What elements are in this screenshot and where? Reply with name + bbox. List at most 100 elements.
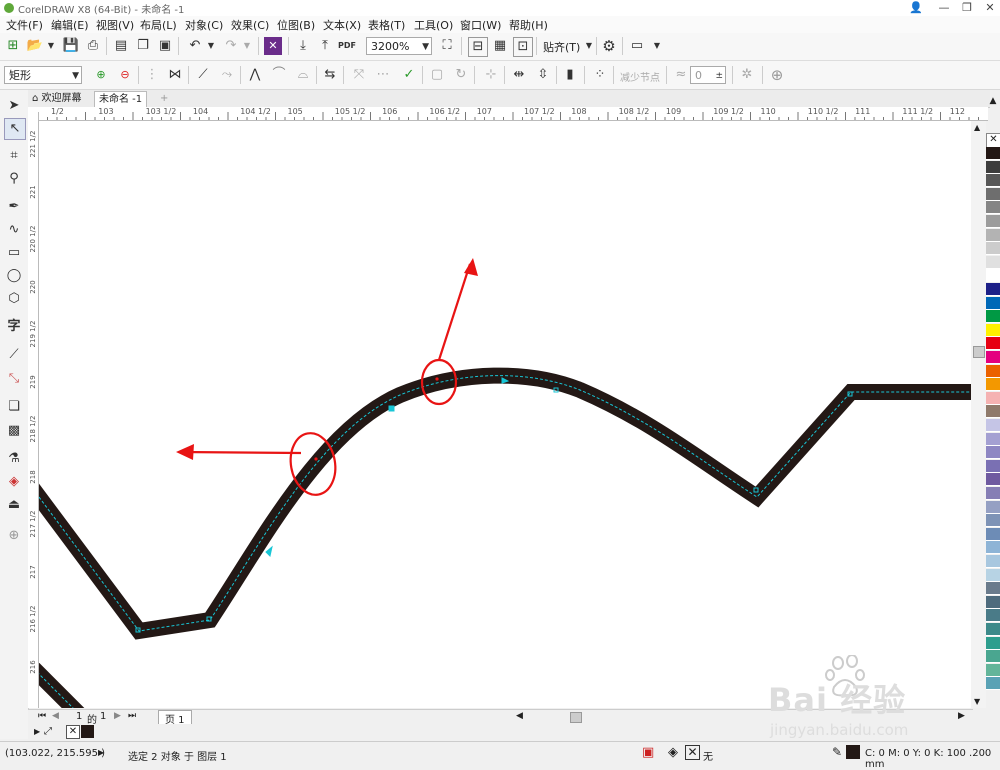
tab-welcome[interactable]: ⌂ 欢迎屏幕 (28, 91, 86, 106)
extract-subpath-icon[interactable]: ✓ (400, 66, 418, 84)
hscroll-thumb[interactable] (570, 712, 582, 723)
restore-button[interactable]: ❐ (955, 0, 979, 16)
doc-palette-arrow-icon[interactable]: ▶ (34, 727, 40, 736)
last-page-icon[interactable]: ⏭ (128, 711, 136, 721)
cut-icon[interactable]: ▤ (112, 37, 130, 55)
redo-dropdown-icon[interactable]: ▼ (238, 37, 256, 55)
parallel-dimension-icon[interactable]: ⟋ (4, 345, 24, 365)
scroll-thumb[interactable] (973, 346, 985, 358)
palette-swatch[interactable] (986, 364, 1000, 378)
palette-swatch[interactable] (986, 160, 1000, 174)
palette-swatch[interactable] (986, 541, 1000, 555)
select-all-nodes-icon[interactable]: ⁘ (591, 66, 609, 84)
prev-page-icon[interactable]: ◀ (52, 711, 59, 721)
ruler-origin[interactable] (28, 107, 38, 120)
palette-swatch[interactable] (986, 242, 1000, 256)
symmetrical-node-icon[interactable]: ⌓ (294, 66, 312, 84)
text-tool-icon[interactable]: 字 (4, 317, 24, 337)
no-color-swatch[interactable]: ✕ (986, 133, 1000, 148)
menu-view[interactable]: 视图(V) (96, 17, 134, 33)
launcher-dropdown-icon[interactable]: ▼ (648, 37, 666, 55)
shape-type-select[interactable]: 矩形 ▼ (4, 66, 82, 84)
rectangle-tool-icon[interactable]: ▭ (4, 243, 24, 263)
menu-help[interactable]: 帮助(H) (509, 17, 548, 33)
palette-swatch[interactable] (986, 269, 1000, 283)
menu-effects[interactable]: 效果(C) (231, 17, 269, 33)
to-curve-icon[interactable]: ⤳ (218, 66, 236, 84)
account-button[interactable]: 👤 (904, 0, 928, 16)
palette-swatch[interactable] (986, 459, 1000, 473)
secondary-curve-path[interactable] (39, 662, 85, 708)
palette-swatch[interactable] (986, 147, 1000, 160)
palette-swatch[interactable] (986, 351, 1000, 364)
eyedropper-icon[interactable]: ⚗ (4, 449, 24, 469)
crop-tool-icon[interactable]: ⌗ (4, 146, 24, 166)
menu-file[interactable]: 文件(F) (6, 17, 43, 33)
palette-swatch[interactable] (986, 283, 1000, 296)
palette-swatch[interactable] (986, 595, 1000, 609)
palette-swatch[interactable] (986, 310, 1000, 324)
palette-swatch[interactable] (986, 228, 1000, 242)
vertical-ruler[interactable]: 221 1/2 221 220 1/2 220 219 1/2 219 218 1/2 218… (28, 120, 39, 708)
menu-layout[interactable]: 布局(L) (140, 17, 177, 33)
stretch-nodes-icon[interactable]: ▢ (428, 66, 446, 84)
palette-swatch[interactable] (986, 663, 1000, 677)
fill-none-swatch[interactable]: ✕ (685, 745, 700, 760)
transparency-icon[interactable]: ▩ (4, 421, 24, 441)
palette-swatch[interactable] (986, 623, 1000, 636)
delete-node-icon[interactable]: ⊖ (116, 66, 134, 84)
palette-swatch[interactable] (986, 527, 1000, 541)
scroll-up-icon[interactable]: ▲ (974, 123, 980, 132)
snap-to-menu[interactable]: 贴齐(T) (543, 39, 580, 55)
palette-swatch[interactable] (986, 514, 1000, 528)
interactive-fill-icon[interactable]: ◈ (4, 472, 24, 492)
zoom-tool-icon[interactable]: ⚲ (4, 169, 24, 189)
new-tab-button[interactable]: + (156, 91, 172, 106)
drop-shadow-icon[interactable]: ❏ (4, 397, 24, 417)
menu-text[interactable]: 文本(X) (323, 17, 361, 33)
menu-table[interactable]: 表格(T) (368, 17, 405, 33)
search-content-icon[interactable]: ✕ (264, 37, 282, 55)
tab-document[interactable]: 未命名 -1 (94, 91, 148, 107)
palette-swatch[interactable] (986, 609, 1000, 623)
hscroll-left-icon[interactable]: ◀ (516, 711, 523, 721)
palette-swatch[interactable] (986, 255, 1000, 269)
close-button[interactable]: ✕ (978, 0, 1000, 16)
palette-scroll-up-icon[interactable]: ▲ (986, 96, 1000, 110)
break-curve-icon[interactable]: ⋈ (166, 66, 184, 84)
palette-swatch[interactable] (986, 500, 1000, 514)
eyedropper-icon[interactable]: ⤢ (44, 726, 52, 737)
minimize-button[interactable]: — (932, 0, 956, 16)
menu-edit[interactable]: 编辑(E) (51, 17, 89, 33)
show-grid-icon[interactable]: ▦ (491, 37, 509, 55)
palette-swatch[interactable] (986, 405, 1000, 419)
show-rulers-icon[interactable]: ⊟ (468, 37, 488, 57)
full-screen-icon[interactable]: ⛶ (438, 37, 456, 55)
palette-swatch[interactable] (986, 201, 1000, 215)
palette-swatch[interactable] (986, 650, 1000, 664)
align-nodes-icon[interactable]: ⊹ (482, 66, 500, 84)
options-gear-icon[interactable]: ⚙ (600, 37, 618, 55)
quick-customize-icon[interactable]: ⊕ (768, 66, 786, 84)
menu-object[interactable]: 对象(C) (185, 17, 223, 33)
palette-swatch[interactable] (986, 323, 1000, 337)
artistic-media-icon[interactable]: ∿ (4, 220, 24, 240)
drawing-canvas[interactable] (39, 121, 971, 708)
palette-swatch[interactable] (986, 174, 1000, 188)
palette-swatch[interactable] (986, 432, 1000, 446)
add-node-icon[interactable]: ⊕ (92, 66, 110, 84)
publish-pdf-icon[interactable]: PDF (338, 37, 356, 55)
menu-window[interactable]: 窗口(W) (460, 17, 501, 33)
fill-bucket-icon[interactable]: ◈ (668, 745, 678, 760)
reduce-nodes-button[interactable]: 减少节点 (620, 69, 660, 84)
node-options-icon[interactable]: ✲ (738, 66, 756, 84)
freehand-tool-icon[interactable]: ✒ (4, 197, 24, 217)
close-curve-icon[interactable]: ⋯ (374, 66, 392, 84)
palette-swatch[interactable] (986, 187, 1000, 201)
horizontal-ruler[interactable]: 1/2 103 103 1/2 104 104 1/2 105 105 1/2 106 106 … (38, 107, 988, 121)
open-dropdown-icon[interactable]: ▼ (42, 37, 60, 55)
polygon-tool-icon[interactable]: ⬡ (4, 289, 24, 309)
palette-swatch[interactable] (986, 419, 1000, 432)
extend-curve-icon[interactable]: ⤧ (350, 66, 368, 84)
smooth-node-icon[interactable]: ⌒ (270, 66, 288, 84)
